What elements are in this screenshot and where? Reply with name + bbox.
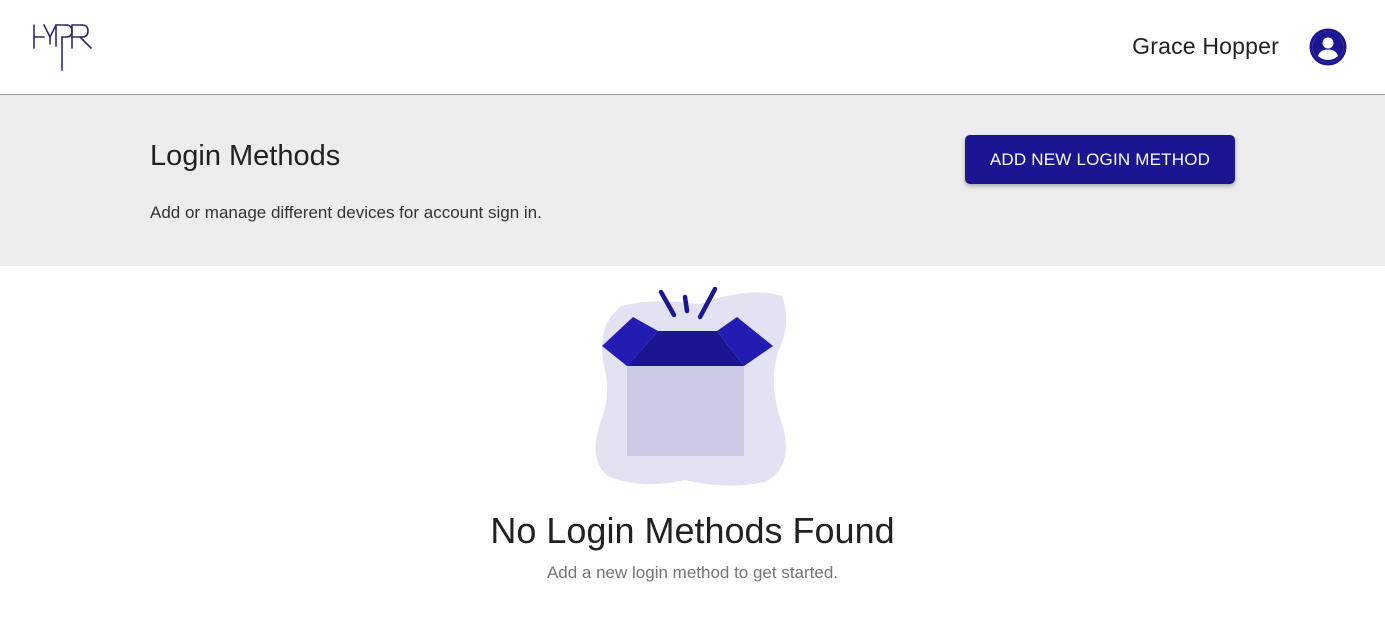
add-login-method-button[interactable]: ADD NEW LOGIN METHOD xyxy=(965,135,1235,184)
account-circle-icon[interactable] xyxy=(1309,28,1347,66)
empty-state-subtitle: Add a new login method to get started. xyxy=(546,563,839,582)
page-title: Login Methods xyxy=(150,140,341,172)
hypr-logo[interactable] xyxy=(32,22,94,72)
page-subtitle: Add or manage different devices for acco… xyxy=(150,203,542,222)
top-app-bar: Grace Hopper xyxy=(0,0,1385,95)
user-name[interactable]: Grace Hopper xyxy=(1132,33,1279,60)
open-box-icon xyxy=(595,286,787,486)
empty-state-title: No Login Methods Found xyxy=(490,510,895,551)
